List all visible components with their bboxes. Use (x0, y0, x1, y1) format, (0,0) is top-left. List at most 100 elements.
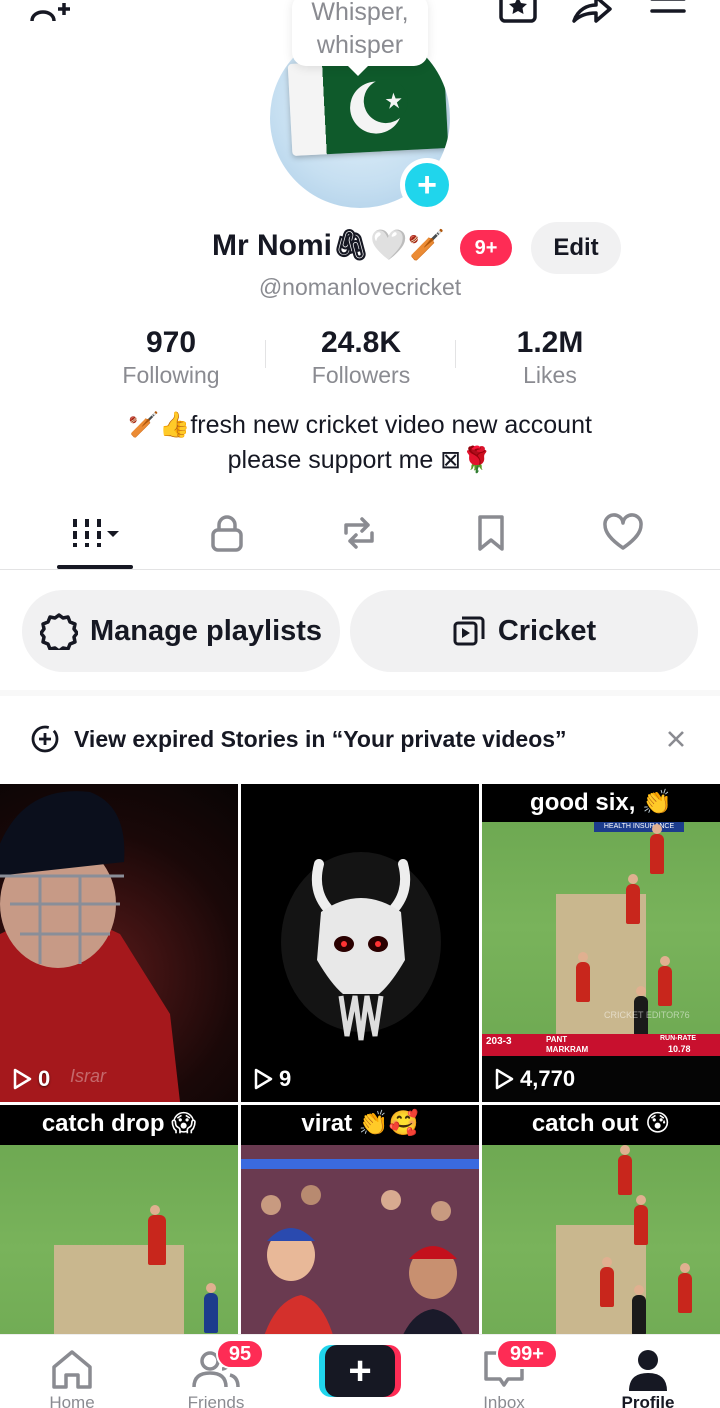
video-caption: virat 👏🥰 (301, 1110, 419, 1137)
view-count-text: 9 (279, 1066, 292, 1091)
heart-icon (603, 513, 643, 550)
play-icon (495, 1068, 514, 1090)
player-figure (204, 1283, 218, 1333)
credit-watermark: CRICKET EDITOR76 (604, 1010, 690, 1020)
video-caption: catch drop 😱 (41, 1110, 197, 1137)
nav-inbox-label: Inbox (483, 1393, 525, 1408)
close-icon[interactable] (666, 729, 686, 749)
lock-icon (211, 515, 243, 552)
stat-value: 970 (145, 326, 197, 359)
expired-stories-text: View expired Stories in “Your private vi… (74, 725, 567, 752)
profile-name: Mr Nomi🖇🤍🏏 (212, 228, 445, 263)
player-figure (148, 1205, 166, 1265)
creator-tools-icon[interactable] (496, 0, 540, 30)
view-count-text: 4,770 (520, 1066, 576, 1091)
manage-playlists-button[interactable]: Manage playlists (22, 590, 340, 672)
story-plus-icon (31, 725, 59, 753)
nav-profile[interactable]: Profile (588, 1335, 708, 1408)
player-figure (626, 874, 640, 924)
inbox-badge-count: 99+ (510, 1342, 544, 1365)
tab-videos[interactable] (60, 508, 130, 558)
grid-icon (73, 519, 119, 547)
profile-name-text: Mr Nomi (212, 229, 332, 262)
batter-text: PANT (546, 1035, 568, 1044)
home-icon (52, 1350, 92, 1389)
profile-bio: 🏏👍fresh new cricket video new account pl… (0, 408, 720, 478)
player-figure (600, 1257, 614, 1307)
bio-line: please support me ⊠🌹 (227, 446, 493, 474)
watermark-text: Israr (70, 1066, 106, 1086)
notification-badge[interactable]: 9+ (460, 230, 512, 266)
pakistan-flag-image (287, 55, 449, 157)
playlist-cricket-button[interactable]: Cricket (350, 590, 698, 672)
inbox-badge: 99+ (496, 1339, 558, 1369)
gear-icon (39, 613, 78, 650)
scoreboard: 203-3 PANT MARKRAM RUN-RATE 10.78 (482, 1034, 720, 1056)
add-friend-icon[interactable] (28, 0, 72, 30)
nav-friends-label: Friends (187, 1393, 245, 1408)
stat-value: 24.8K (320, 326, 402, 359)
umpire-figure (632, 1285, 646, 1335)
share-icon[interactable] (570, 0, 614, 30)
stat-label: Likes (523, 362, 577, 388)
manage-playlists-label: Manage playlists (89, 614, 323, 647)
video-caption: good six, 👏 (530, 789, 672, 816)
score-text: 203-3 (486, 1036, 512, 1047)
video-thumbnail[interactable]: Israr 0 (0, 784, 238, 1102)
nav-home[interactable]: Home (12, 1335, 132, 1408)
edit-profile-button[interactable]: Edit (531, 222, 621, 274)
playlist-icon (453, 616, 485, 646)
tab-divider (0, 569, 720, 570)
tab-liked[interactable] (588, 508, 658, 558)
player-figure (634, 1195, 648, 1245)
player-figure (576, 952, 590, 1002)
playlist-cricket-label: Cricket (497, 614, 597, 647)
bookmark-icon (478, 515, 504, 551)
profile-name-emojis: 🖇🤍🏏 (332, 229, 445, 262)
stat-following[interactable]: 970 Following (76, 326, 266, 389)
play-icon (254, 1068, 273, 1090)
notification-badge-count: 9+ (474, 236, 498, 259)
player-figure (650, 824, 664, 874)
create-button[interactable]: + (319, 1345, 401, 1397)
nav-home-label: Home (49, 1393, 95, 1408)
player-illustration (0, 791, 180, 1102)
menu-icon[interactable] (646, 0, 690, 30)
run-rate-value: 10.78 (668, 1044, 691, 1054)
stat-label: Followers (311, 362, 411, 388)
stat-likes[interactable]: 1.2M Likes (455, 326, 645, 389)
add-story-button[interactable]: + (400, 158, 454, 212)
view-count: 9 (253, 1066, 291, 1092)
repost-icon (344, 517, 374, 549)
tab-private[interactable] (192, 508, 262, 558)
view-count: 0 (12, 1066, 50, 1092)
video-thumbnail[interactable]: 9 (241, 784, 479, 1102)
plus-icon: + (405, 163, 449, 207)
profile-handle: @nomanlovecricket (258, 274, 462, 300)
bowler-text: MARKRAM (546, 1045, 589, 1054)
tab-reposts[interactable] (324, 508, 394, 558)
stat-value: 1.2M (516, 326, 584, 359)
status-bubble-text: Whisper, whisper (311, 0, 409, 59)
nav-profile-label: Profile (621, 1393, 675, 1408)
view-count-text: 0 (38, 1066, 51, 1091)
stat-followers[interactable]: 24.8K Followers (266, 326, 456, 389)
skull-illustration (281, 852, 441, 1041)
play-icon (13, 1068, 32, 1090)
friends-badge-count: 95 (228, 1342, 252, 1365)
status-bubble[interactable]: Whisper, whisper (292, 0, 428, 76)
bio-line: 🏏👍fresh new cricket video new account (128, 411, 592, 439)
view-count: 4,770 (494, 1066, 575, 1092)
expired-stories-banner[interactable]: View expired Stories in “Your private vi… (0, 696, 720, 782)
friends-badge: 95 (216, 1339, 264, 1369)
tab-favorites[interactable] (456, 508, 526, 558)
video-thumbnail[interactable]: good six, 👏 HEALTH INSURANCE CRICKET EDI… (482, 784, 720, 1102)
ad-banner: HEALTH INSURANCE (594, 822, 684, 832)
player-figure (618, 1145, 632, 1195)
edit-profile-label: Edit (553, 234, 599, 261)
player-figure (658, 956, 672, 1006)
profile-icon (629, 1350, 667, 1391)
bottom-nav: Home Friends 95 + Inbox 99+ Profile (0, 1334, 720, 1408)
video-caption: catch out 😰 (531, 1110, 671, 1137)
player-figure (678, 1263, 692, 1313)
